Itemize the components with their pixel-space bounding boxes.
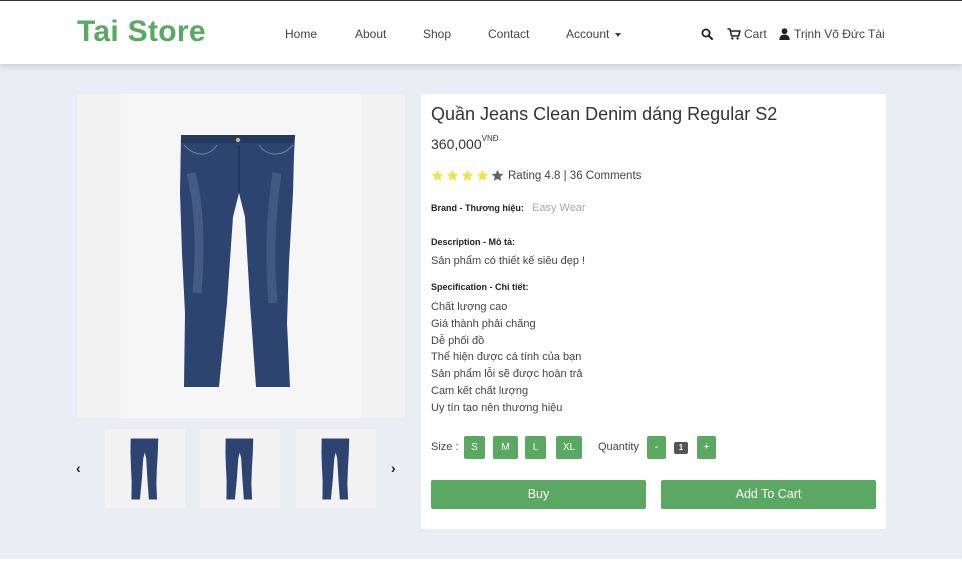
nav-contact[interactable]: Contact xyxy=(488,27,529,41)
product-info-panel: Quần Jeans Clean Denim dáng Regular S2 3… xyxy=(421,94,886,529)
price-currency: VNĐ xyxy=(481,134,499,143)
nav-home[interactable]: Home xyxy=(285,27,317,41)
rating-text: Rating 4.8 | 36 Comments xyxy=(508,170,642,182)
search-icon[interactable] xyxy=(701,28,713,40)
size-s-button[interactable]: S xyxy=(464,436,485,459)
user-name[interactable]: Trịnh Võ Đức Tài xyxy=(794,27,885,41)
spec-item: Cam kết chất lượng xyxy=(431,384,529,397)
nav-account[interactable]: Account xyxy=(566,27,622,41)
specification-list: Chất lượng cao Giá thành phải chăng Dễ p… xyxy=(431,299,583,417)
size-l-button[interactable]: L xyxy=(525,436,546,459)
user-icon[interactable] xyxy=(779,28,790,40)
cart-icon[interactable] xyxy=(727,28,741,40)
brand-value: Easy Wear xyxy=(532,202,586,214)
product-title: Quần Jeans Clean Denim dáng Regular S2 xyxy=(431,104,778,124)
cart-link[interactable]: Cart xyxy=(744,27,767,41)
navbar: Tai Store Home About Shop Contact Accoun… xyxy=(0,1,962,64)
star-icon xyxy=(446,169,459,181)
caret-down-icon xyxy=(615,32,622,37)
thumbnail-3[interactable] xyxy=(296,429,376,508)
size-label: Size : xyxy=(431,441,459,453)
nav-about[interactable]: About xyxy=(355,27,386,41)
quantity-label: Quantity xyxy=(598,441,639,453)
spec-item: Dễ phối đồ xyxy=(431,334,485,347)
buy-button[interactable]: Buy xyxy=(431,480,646,509)
spec-item: Sản phẩm lỗi sẽ được hoàn trả xyxy=(431,368,583,381)
size-m-button[interactable]: M xyxy=(493,436,518,459)
gallery-next-arrow[interactable]: › xyxy=(391,460,396,476)
gallery-prev-arrow[interactable]: ‹ xyxy=(76,460,81,476)
thumbnail-jeans-image xyxy=(130,438,159,500)
star-icon xyxy=(491,169,504,181)
description-text: Sản phẩm có thiết kế siêu đẹp ! xyxy=(431,255,586,267)
thumbnail-jeans-image xyxy=(321,438,350,500)
star-icon xyxy=(431,169,444,181)
add-to-cart-button[interactable]: Add To Cart xyxy=(661,480,876,509)
thumbnail-2[interactable] xyxy=(200,429,280,508)
spec-item: Uy tín tạo nên thương hiệu xyxy=(431,401,563,414)
product-price: 360,000VNĐ xyxy=(431,134,499,152)
quantity-increase-button[interactable]: + xyxy=(697,436,716,459)
description-label: Description - Mô tả: xyxy=(431,237,516,247)
brand-logo[interactable]: Tai Store xyxy=(77,15,206,49)
quantity-value: 1 xyxy=(674,442,688,454)
size-xl-button[interactable]: XL xyxy=(556,436,582,459)
star-icon xyxy=(461,169,474,181)
spec-item: Chất lượng cao xyxy=(431,301,508,313)
quantity-decrease-button[interactable]: - xyxy=(647,436,666,459)
nav-account-label: Account xyxy=(566,27,610,41)
thumbnail-jeans-image xyxy=(225,438,254,500)
spec-item: Thể hiện được cá tính của bạn xyxy=(431,351,582,364)
brand-label: Brand - Thương hiệu: xyxy=(431,203,524,213)
spec-item: Giá thành phải chăng xyxy=(431,317,536,330)
nav-shop[interactable]: Shop xyxy=(423,27,451,41)
price-value: 360,000 xyxy=(431,136,482,152)
rating-stars xyxy=(431,169,504,183)
specification-label: Specification - Chi tiết: xyxy=(431,282,529,292)
main-product-image xyxy=(77,94,405,418)
thumbnail-1[interactable] xyxy=(105,429,185,508)
star-icon xyxy=(476,169,489,181)
jeans-image xyxy=(180,135,295,387)
